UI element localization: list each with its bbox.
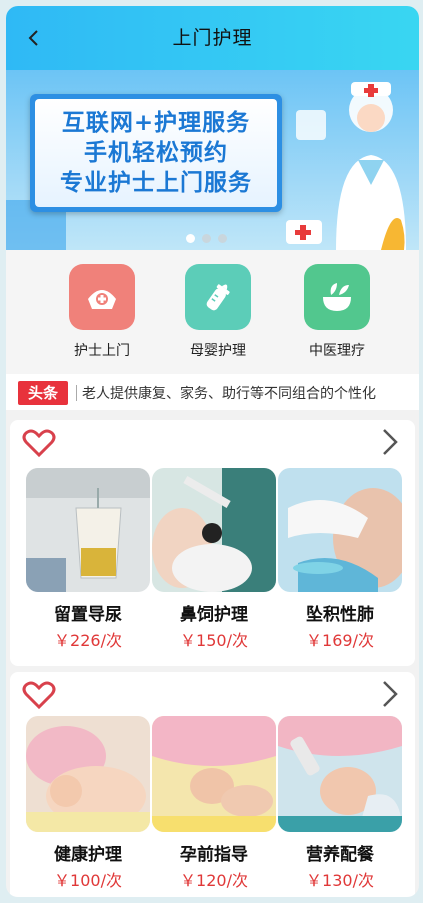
- nurse-cap-icon: [69, 264, 135, 330]
- banner-line: 互联网+护理服务: [61, 110, 251, 136]
- baby-bottle-icon: [185, 264, 251, 330]
- herbal-bowl-icon: [304, 264, 370, 330]
- carousel-dot[interactable]: [218, 234, 227, 243]
- service-name: 鼻饲护理: [180, 605, 248, 625]
- heart-icon: [22, 429, 56, 458]
- service-card[interactable]: 营养配餐 ￥130/次: [278, 716, 402, 891]
- quick-link-tcm-therapy[interactable]: 中医理疗: [287, 264, 387, 360]
- carousel-dot[interactable]: [186, 234, 195, 243]
- service-price: ￥130/次: [306, 871, 374, 890]
- banner-text-box: 互联网+护理服务 手机轻松预约 专业护士上门服务: [30, 94, 282, 212]
- quick-link-maternal-care[interactable]: 母婴护理: [168, 264, 268, 360]
- section-header: [10, 420, 415, 460]
- service-card[interactable]: 留置导尿 ￥226/次: [26, 468, 150, 651]
- service-price: ￥169/次: [306, 631, 374, 650]
- service-photo: [278, 716, 402, 832]
- headline-ticker[interactable]: 头条 老人提供康复、家务、助行等不同组合的个性化: [6, 374, 419, 410]
- headline-divider: [76, 385, 77, 401]
- quick-link-nurse-visit[interactable]: 护士上门: [52, 264, 152, 360]
- service-photo: [152, 716, 276, 832]
- service-price: ￥150/次: [180, 631, 248, 650]
- service-photo: [26, 468, 150, 592]
- app-frame: 上门护理 互联网+护理服务 手机轻松预约 专业护士上门服务 护士上门 母婴护理 …: [6, 6, 419, 897]
- quick-link-label: 中医理疗: [309, 343, 365, 359]
- quick-link-label: 护士上门: [74, 343, 130, 359]
- carousel-dot[interactable]: [202, 234, 211, 243]
- service-card[interactable]: 坠积性肺 ￥169/次: [278, 468, 402, 651]
- service-price: ￥226/次: [54, 631, 122, 650]
- banner-line: 专业护士上门服务: [60, 170, 252, 196]
- service-photo: [278, 468, 402, 592]
- service-section-2: 健康护理 ￥100/次 孕前指导 ￥120/次 营养配餐 ￥130/次: [10, 672, 415, 897]
- heart-icon: [22, 681, 56, 710]
- page-title: 上门护理: [172, 27, 253, 49]
- service-name: 营养配餐: [306, 845, 374, 865]
- headline-text[interactable]: 老人提供康复、家务、助行等不同组合的个性化: [82, 383, 376, 403]
- back-arrow-icon[interactable]: [24, 28, 44, 48]
- service-card[interactable]: 孕前指导 ￥120/次: [152, 716, 276, 891]
- chevron-right-icon[interactable]: [379, 427, 401, 457]
- service-section-1: 留置导尿 ￥226/次 鼻饲护理 ￥150/次 坠积性肺 ￥169/次: [10, 420, 415, 666]
- headline-tag: 头条: [18, 381, 68, 405]
- service-price: ￥100/次: [54, 871, 122, 890]
- service-name: 留置导尿: [54, 605, 122, 625]
- quick-links: 护士上门 母婴护理 中医理疗: [6, 250, 419, 374]
- service-photo: [26, 716, 150, 832]
- carousel-dots[interactable]: [186, 234, 227, 243]
- service-card[interactable]: 鼻饲护理 ￥150/次: [152, 468, 276, 651]
- section-header: [10, 672, 415, 712]
- promo-banner[interactable]: 互联网+护理服务 手机轻松预约 专业护士上门服务: [6, 70, 419, 250]
- banner-line: 手机轻松预约: [84, 140, 228, 166]
- service-name: 健康护理: [54, 845, 122, 865]
- service-card[interactable]: 健康护理 ￥100/次: [26, 716, 150, 891]
- service-name: 孕前指导: [180, 845, 248, 865]
- service-price: ￥120/次: [180, 871, 248, 890]
- quick-link-label: 母婴护理: [190, 343, 246, 359]
- service-name: 坠积性肺: [306, 605, 374, 625]
- service-photo: [152, 468, 276, 592]
- header-bar: 上门护理: [6, 6, 419, 70]
- chevron-right-icon[interactable]: [379, 679, 401, 709]
